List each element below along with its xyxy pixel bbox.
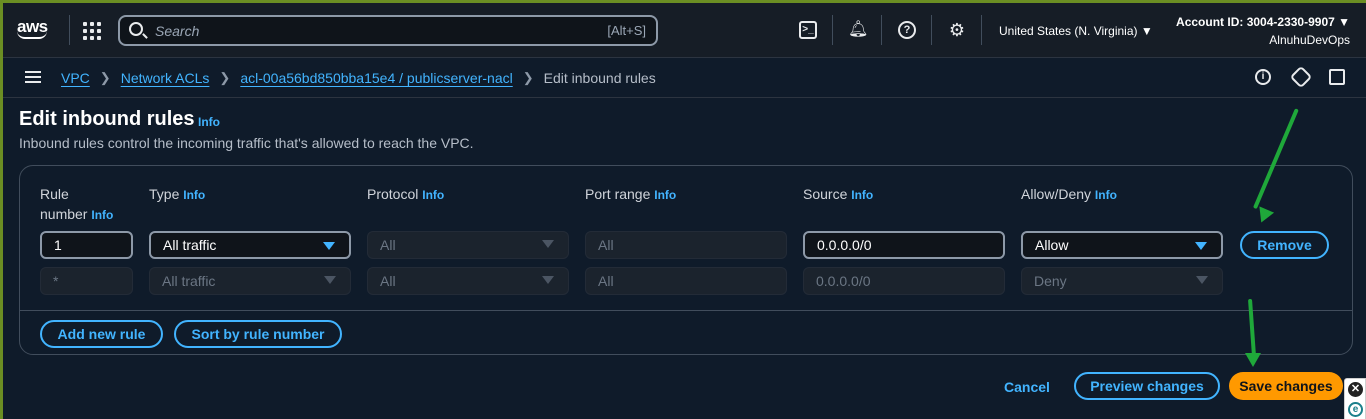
- account-id: Account ID: 3004-2330-9907 ▼: [1176, 15, 1350, 29]
- nav-divider: [832, 15, 833, 45]
- search-placeholder: Search: [155, 23, 200, 39]
- caret-down-icon: [542, 240, 554, 248]
- port-range-input: All: [585, 267, 787, 295]
- caret-down-icon: [1196, 276, 1208, 284]
- services-grid-icon[interactable]: [83, 22, 101, 40]
- info-link[interactable]: Info: [422, 188, 444, 202]
- add-new-rule-button[interactable]: Add new rule: [40, 320, 163, 348]
- info-link[interactable]: Info: [654, 188, 676, 202]
- header-type: Type Info: [149, 186, 206, 202]
- info-link[interactable]: Info: [1095, 188, 1117, 202]
- chevron-right-icon: ❯: [99, 70, 111, 85]
- chevron-right-icon: ❯: [522, 70, 534, 85]
- screen-icon[interactable]: [1329, 69, 1345, 85]
- top-navigation-bar: aws Search [Alt+S] >_ 🔔︎ ? ⚙ United Stat…: [3, 3, 1366, 58]
- port-range-input: All: [585, 231, 787, 259]
- floating-widget: ✕ e: [1344, 378, 1366, 419]
- page-description: Inbound rules control the incoming traff…: [19, 135, 474, 151]
- rule-number-input: *: [40, 267, 133, 295]
- close-icon[interactable]: ✕: [1348, 382, 1363, 397]
- info-circle-icon[interactable]: i: [1255, 69, 1271, 85]
- menu-hamburger-icon[interactable]: [25, 71, 41, 83]
- title-info-link[interactable]: Info: [198, 115, 220, 129]
- allow-deny-value: Allow: [1035, 237, 1069, 253]
- header-rule-number: Rule number Info: [40, 186, 114, 222]
- caret-down-icon: [324, 276, 336, 284]
- nav-divider: [69, 15, 70, 45]
- page-title: Edit inbound rules: [19, 108, 195, 130]
- aws-logo[interactable]: aws: [17, 17, 48, 39]
- allow-deny-select: Deny: [1021, 267, 1223, 295]
- protocol-select: All: [367, 267, 569, 295]
- breadcrumb-current: Edit inbound rules: [543, 70, 656, 86]
- region-selector[interactable]: United States (N. Virginia) ▼: [999, 24, 1153, 38]
- account-menu[interactable]: Account ID: 3004-2330-9907 ▼ AlnuhuDevOp…: [1176, 13, 1350, 49]
- source-input[interactable]: 0.0.0.0/0: [803, 231, 1005, 259]
- search-icon: [129, 22, 143, 36]
- info-link[interactable]: Info: [91, 208, 113, 222]
- nav-divider: [981, 15, 982, 45]
- allow-deny-select[interactable]: Allow: [1021, 231, 1223, 259]
- annotation-arrow-head: [1245, 353, 1261, 367]
- sort-by-rule-number-button[interactable]: Sort by rule number: [174, 320, 342, 348]
- info-link[interactable]: Info: [183, 188, 205, 202]
- cancel-button[interactable]: Cancel: [1004, 379, 1050, 395]
- type-select-value: All traffic: [162, 273, 216, 289]
- header-allow-deny: Allow/Deny Info: [1021, 186, 1117, 202]
- protocol-value: All: [380, 237, 396, 253]
- preview-changes-button[interactable]: Preview changes: [1074, 372, 1220, 400]
- protocol-value: All: [380, 273, 396, 289]
- remove-button[interactable]: Remove: [1240, 231, 1329, 259]
- search-input[interactable]: Search [Alt+S]: [118, 15, 658, 46]
- save-changes-button[interactable]: Save changes: [1229, 372, 1343, 400]
- breadcrumb-vpc[interactable]: VPC: [61, 70, 90, 86]
- caret-down-icon: [323, 242, 335, 250]
- type-select-value: All traffic: [163, 237, 217, 253]
- cloudshell-icon[interactable]: >_: [799, 21, 817, 39]
- breadcrumb-acl[interactable]: acl-00a56bd850bba15e4 / publicserver-nac…: [240, 70, 512, 86]
- settings-gear-icon[interactable]: ⚙: [948, 21, 966, 39]
- nav-divider: [931, 15, 932, 45]
- type-select[interactable]: All traffic: [149, 231, 351, 259]
- inbound-rules-panel: Rule number Info Type Info Protocol Info…: [19, 165, 1353, 355]
- info-link[interactable]: Info: [851, 188, 873, 202]
- header-source: Source Info: [803, 186, 874, 202]
- allow-deny-value: Deny: [1034, 273, 1067, 289]
- header-protocol: Protocol Info: [367, 186, 445, 202]
- panel-divider: [20, 310, 1352, 311]
- type-select: All traffic: [149, 267, 351, 295]
- breadcrumb-bar: VPC ❯ Network ACLs ❯ acl-00a56bd850bba15…: [3, 58, 1366, 98]
- caret-down-icon: [1195, 242, 1207, 250]
- protocol-select: All: [367, 231, 569, 259]
- rule-number-input[interactable]: 1: [40, 231, 133, 259]
- header-port-range: Port range Info: [585, 186, 677, 202]
- source-input: 0.0.0.0/0: [803, 267, 1005, 295]
- chevron-right-icon: ❯: [219, 70, 231, 85]
- search-shortcut: [Alt+S]: [607, 23, 646, 38]
- breadcrumb: VPC ❯ Network ACLs ❯ acl-00a56bd850bba15…: [61, 70, 656, 86]
- help-icon[interactable]: ?: [898, 21, 916, 39]
- nav-divider: [881, 15, 882, 45]
- caret-down-icon: [542, 276, 554, 284]
- notifications-bell-icon[interactable]: 🔔︎: [848, 21, 868, 39]
- account-name: AlnuhuDevOps: [1269, 33, 1350, 47]
- breadcrumb-network-acls[interactable]: Network ACLs: [121, 70, 210, 86]
- extension-e-icon[interactable]: e: [1348, 402, 1363, 417]
